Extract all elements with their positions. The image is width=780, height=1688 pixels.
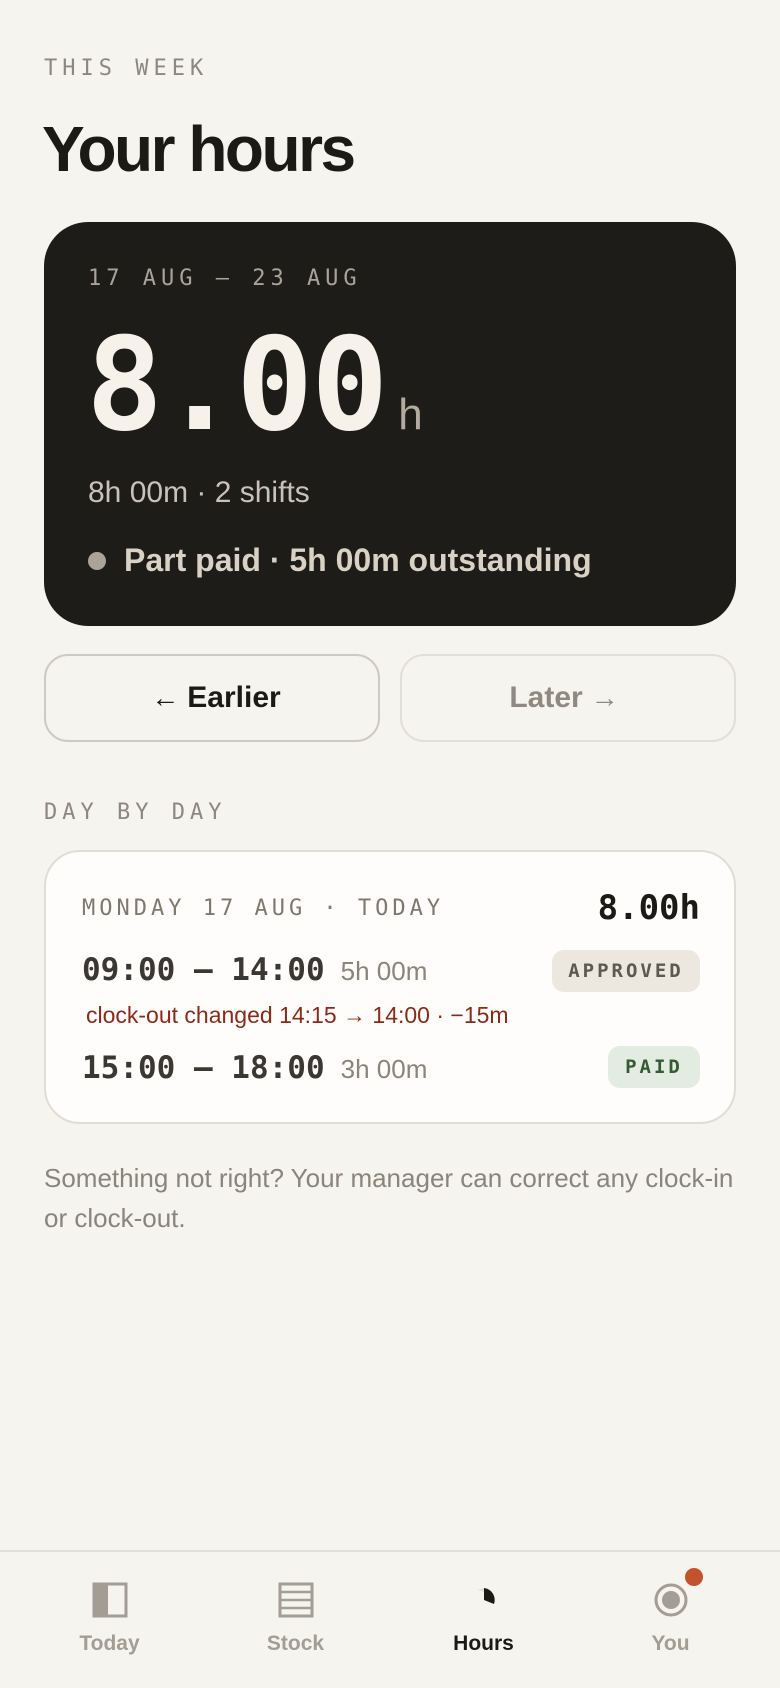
total-hours: 8.00 h: [86, 322, 423, 450]
day-title: MONDAY 17 AUG · TODAY: [82, 896, 445, 921]
panel-icon: [90, 1580, 130, 1620]
profile-icon: [651, 1568, 703, 1620]
weekly-summary-card: 17 AUG — 23 AUG 8.00 h 8h 00m · 2 shifts…: [44, 222, 736, 626]
status-dot-icon: [88, 551, 106, 570]
later-week-button[interactable]: Later →: [400, 654, 736, 742]
clock-icon: [464, 1580, 504, 1620]
payment-status: Part paid · 5h 00m outstanding: [88, 542, 592, 579]
tab-today[interactable]: Today: [12, 1552, 207, 1688]
total-hours-unit: h: [398, 390, 423, 439]
status-badge-paid: PAID: [608, 1046, 700, 1088]
arrow-left-icon: ←: [151, 682, 180, 713]
date-range: 17 AUG — 23 AUG: [88, 266, 362, 291]
notification-dot-icon: [684, 1568, 703, 1586]
tab-label: Today: [79, 1632, 140, 1655]
tab-stock[interactable]: Stock: [198, 1552, 393, 1688]
shift-row: 15:00 — 18:00 3h 00m: [82, 1050, 427, 1086]
tab-label: You: [651, 1632, 690, 1655]
clock-change-note: clock-out changed 14:15 → 14:00 · −15m: [86, 1002, 509, 1028]
tab-hours[interactable]: Hours: [386, 1552, 581, 1688]
shift-time: 09:00 — 14:00: [82, 952, 325, 988]
section-label-day-by-day: DAY BY DAY: [44, 800, 227, 825]
earlier-label: Earlier: [187, 681, 281, 714]
correction-footnote: Something not right? Your manager can co…: [44, 1163, 734, 1233]
list-icon: [276, 1580, 316, 1620]
earlier-week-button[interactable]: ← Earlier: [44, 654, 380, 742]
shift-row: 09:00 — 14:00 5h 00m: [82, 952, 427, 988]
tab-bar: Today Stock Hours You: [0, 1550, 780, 1688]
shift-duration: 3h 00m: [340, 1054, 428, 1084]
tab-label: Stock: [266, 1632, 325, 1655]
page-title: Your hours: [42, 113, 356, 185]
hours-subtitle: 8h 00m · 2 shifts: [88, 476, 310, 509]
status-badge-approved: APPROVED: [552, 950, 700, 992]
shift-time: 15:00 — 18:00: [82, 1050, 325, 1086]
tab-you[interactable]: You: [573, 1552, 768, 1688]
day-total: 8.00h: [597, 888, 700, 928]
shift-duration: 5h 00m: [340, 956, 428, 986]
payment-status-text: Part paid · 5h 00m outstanding: [124, 542, 592, 578]
tab-label: Hours: [453, 1632, 514, 1655]
day-card[interactable]: MONDAY 17 AUG · TODAY 8.00h 09:00 — 14:0…: [44, 850, 736, 1124]
section-eyebrow: THIS WEEK: [44, 56, 209, 81]
total-hours-value: 8.00: [86, 311, 388, 460]
arrow-right-icon: →: [590, 682, 619, 713]
later-label: Later: [509, 681, 583, 714]
